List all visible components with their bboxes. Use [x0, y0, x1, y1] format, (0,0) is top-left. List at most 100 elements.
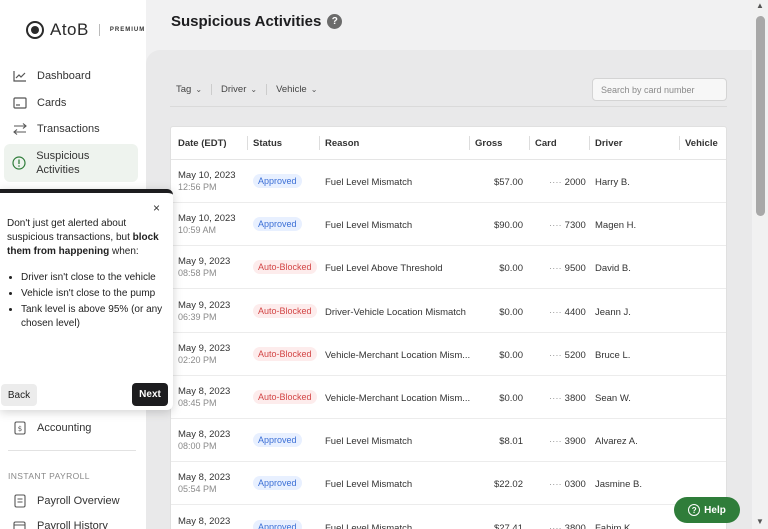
- popover-intro-text: Don't just get alerted about suspicious …: [7, 218, 130, 243]
- sidebar-item-dashboard[interactable]: Dashboard: [4, 67, 138, 85]
- chevron-down-icon: ⌄: [195, 85, 203, 94]
- row-date: May 9, 2023: [178, 299, 231, 311]
- card-mask: ····: [549, 436, 562, 448]
- row-driver: Jasmine B.: [595, 479, 642, 491]
- table-row[interactable]: May 10, 2023 10:59 AM Approved Fuel Level M…: [171, 203, 726, 247]
- row-time: 12:56 PM: [178, 182, 217, 192]
- vehicle-filter-dropdown[interactable]: Vehicle ⌄: [276, 84, 326, 95]
- sidebar-divider: [8, 450, 136, 451]
- atob-logo[interactable]: AtoB PREMIUM: [26, 20, 145, 40]
- row-time: 10:59 AM: [178, 225, 217, 236]
- card-search-input[interactable]: Search by card number: [592, 78, 727, 101]
- status-badge: Auto-Blocked: [253, 303, 317, 318]
- column-header-reason[interactable]: Reason: [325, 138, 359, 149]
- table-row[interactable]: May 8, 2023 05:54 PM Approved Fuel Level Mi…: [171, 462, 726, 506]
- table-header: Date (EDT) Status Reason Gross Card Driv…: [171, 127, 726, 160]
- row-gross: $27.41: [493, 522, 523, 529]
- column-separator: [529, 136, 530, 150]
- scroll-up-arrow-icon[interactable]: ▲: [756, 1, 764, 10]
- suspicious-activities-table: Date (EDT) Status Reason Gross Card Driv…: [170, 126, 727, 529]
- card-last-four: 0300: [564, 479, 586, 491]
- sidebar-item-transactions[interactable]: Transactions: [4, 120, 138, 138]
- chart-line-icon: [12, 69, 27, 83]
- row-reason: Fuel Level Above Threshold: [325, 263, 443, 275]
- sidebar-item-payroll-history[interactable]: Payroll History: [4, 517, 138, 529]
- column-header-vehicle[interactable]: Vehicle: [685, 138, 718, 149]
- filter-label: Tag: [176, 84, 192, 95]
- row-card: ···· 5200: [549, 350, 586, 361]
- row-date: May 8, 2023: [178, 386, 231, 397]
- column-header-card[interactable]: Card: [535, 138, 557, 149]
- popover-intro-end: when:: [112, 246, 139, 257]
- card-mask: ····: [549, 306, 562, 318]
- status-badge: Approved: [253, 174, 302, 188]
- page-scrollbar[interactable]: ▲ ▼: [753, 0, 768, 529]
- column-separator: [589, 136, 590, 150]
- column-header-date[interactable]: Date (EDT): [178, 138, 227, 149]
- column-header-status[interactable]: Status: [253, 138, 282, 149]
- row-date: May 8, 2023: [178, 472, 231, 484]
- scroll-down-arrow-icon[interactable]: ▼: [756, 517, 764, 526]
- sidebar-item-suspicious-activities[interactable]: Suspicious Activities: [4, 144, 138, 182]
- sidebar-item-accounting[interactable]: $ Accounting: [4, 419, 138, 437]
- question-circle-icon: ?: [688, 504, 701, 516]
- scrollbar-thumb[interactable]: [756, 16, 765, 216]
- row-time: 06:39 PM: [178, 311, 217, 322]
- sidebar-item-label: Cards: [37, 97, 67, 109]
- filter-bar: Tag ⌄ Driver ⌄ Vehicle ⌄: [176, 84, 335, 95]
- row-card: ···· 0300: [549, 479, 586, 490]
- chevron-down-icon: ⌄: [310, 85, 318, 94]
- table-row[interactable]: May 9, 2023 08:58 PM Auto-Blocked Fuel Leve…: [171, 246, 726, 290]
- help-button-label: Help: [704, 504, 726, 516]
- sidebar-item-payroll-overview[interactable]: Payroll Overview: [4, 492, 138, 510]
- card-icon: [12, 96, 27, 110]
- row-reason: Driver-Vehicle Location Mismatch: [325, 306, 466, 318]
- sidebar-item-label: Accounting: [37, 422, 92, 434]
- table-row[interactable]: May 9, 2023 02:20 PM Auto-Blocked Vehicle-M…: [171, 333, 726, 376]
- card-mask: ····: [549, 177, 562, 188]
- row-reason: Fuel Level Mismatch: [325, 479, 413, 491]
- filter-label: Driver: [221, 84, 247, 95]
- alert-circle-icon: [12, 156, 26, 170]
- table-row[interactable]: May 8, 2023 Approved Fuel Level Mismatch $2…: [171, 506, 726, 529]
- card-last-four: 5200: [564, 349, 586, 361]
- row-card: ···· 7300: [549, 220, 586, 231]
- row-gross: $0.00: [499, 263, 523, 275]
- row-driver: Harry B.: [595, 177, 630, 188]
- row-time: 08:00 PM: [178, 441, 217, 452]
- card-mask: ····: [549, 349, 562, 361]
- card-last-four: 4400: [564, 306, 586, 318]
- help-button[interactable]: ? Help: [674, 497, 740, 523]
- column-header-gross[interactable]: Gross: [475, 138, 502, 149]
- row-gross: $0.00: [499, 306, 523, 318]
- table-row[interactable]: May 10, 2023 12:56 PM Approved Fuel Level M…: [171, 160, 726, 203]
- next-button[interactable]: Next: [132, 383, 168, 406]
- dollar-doc-icon: $: [12, 421, 27, 435]
- logo-divider: [98, 24, 100, 36]
- row-reason: Fuel Level Mismatch: [325, 436, 413, 448]
- close-icon[interactable]: ×: [153, 201, 160, 215]
- help-circle-icon[interactable]: ?: [327, 14, 343, 29]
- row-gross: $0.00: [499, 349, 523, 361]
- row-driver: Bruce L.: [595, 349, 631, 361]
- driver-filter-dropdown[interactable]: Driver ⌄: [221, 84, 268, 95]
- back-button[interactable]: Back: [1, 384, 37, 406]
- sidebar-item-cards[interactable]: Cards: [4, 94, 138, 112]
- row-reason: Vehicle-Merchant Location Mism...: [325, 349, 471, 361]
- column-header-driver[interactable]: Driver: [595, 138, 622, 149]
- table-row[interactable]: May 9, 2023 06:39 PM Auto-Blocked Driver-Ve…: [171, 290, 726, 333]
- card-mask: ····: [549, 263, 562, 275]
- row-time: 05:54 PM: [178, 484, 217, 495]
- row-gross: $0.00: [499, 393, 523, 404]
- row-card: ···· 9500: [549, 263, 586, 274]
- column-separator: [469, 136, 470, 150]
- table-row[interactable]: May 8, 2023 08:45 PM Auto-Blocked Vehicle-M…: [171, 376, 726, 419]
- popover-bullet: Tank level is above 95% (or any chosen l…: [21, 303, 167, 331]
- row-date: May 9, 2023: [178, 256, 231, 268]
- table-row[interactable]: May 8, 2023 08:00 PM Approved Fuel Level Mi…: [171, 419, 726, 463]
- row-card: ···· 3900: [549, 436, 586, 447]
- tag-filter-dropdown[interactable]: Tag ⌄: [176, 84, 213, 95]
- card-mask: ····: [549, 522, 562, 529]
- row-reason: Vehicle-Merchant Location Mism...: [325, 393, 471, 404]
- row-date: May 10, 2023: [178, 170, 236, 181]
